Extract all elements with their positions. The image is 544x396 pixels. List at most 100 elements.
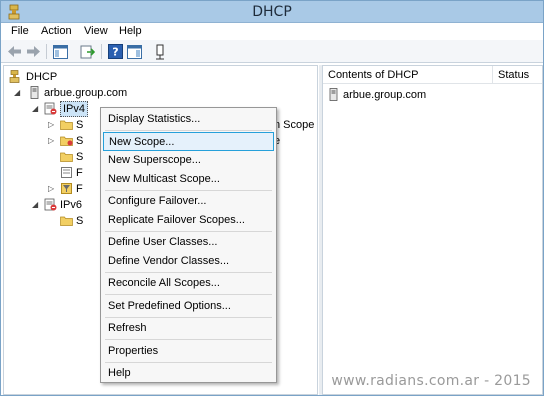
dhcp-root-icon	[9, 70, 20, 83]
show-hide-tree-icon	[53, 44, 68, 59]
export-list-button[interactable]	[79, 43, 96, 60]
menu-item-label: Replicate Failover Scopes...	[108, 214, 245, 226]
menu-separator	[105, 130, 272, 131]
menu-item-help[interactable]: Help	[103, 364, 274, 383]
menu-item-properties[interactable]: Properties	[103, 342, 274, 361]
column-header-status-label: Status	[498, 69, 530, 81]
menu-help[interactable]: Help	[119, 25, 142, 37]
column-header-contents-label: Contents of DHCP	[328, 69, 419, 81]
tree-label-partial: F	[76, 167, 83, 179]
show-hide-action-pane-button[interactable]	[126, 43, 143, 60]
collapse-arrow-icon[interactable]: ◢	[14, 89, 21, 97]
expand-arrow-icon[interactable]: ▷	[48, 121, 55, 129]
column-header-contents[interactable]: Contents of DHCP	[323, 66, 493, 84]
menu-item-new-superscope[interactable]: New Superscope...	[103, 151, 274, 170]
list-item[interactable]: arbue.group.com	[327, 87, 487, 103]
folder-icon	[60, 216, 73, 226]
export-list-icon	[80, 45, 95, 58]
menu-item-label: New Scope...	[109, 136, 175, 148]
tree-label-partial: S	[76, 215, 84, 227]
tree-label-ipv4: IPv4	[60, 101, 89, 117]
expand-arrow-icon[interactable]: ▷	[48, 137, 55, 145]
menu-item-configure-failover[interactable]: Configure Failover...	[103, 192, 274, 211]
menu-item-refresh[interactable]: Refresh	[103, 319, 274, 338]
menu-item-set-predefined-options[interactable]: Set Predefined Options...	[103, 297, 274, 316]
menu-separator	[105, 272, 272, 273]
menu-item-label: Reconcile All Scopes...	[108, 277, 220, 289]
menu-separator	[105, 339, 272, 340]
folder-icon	[60, 152, 73, 162]
menu-separator	[105, 294, 272, 295]
server-icon	[329, 88, 338, 101]
tree-node-ipv6[interactable]: ◢ IPv6	[6, 197, 96, 213]
menu-item-define-user-classes[interactable]: Define User Classes...	[103, 233, 274, 252]
collapse-arrow-icon[interactable]: ◢	[32, 105, 39, 113]
tree-node-ipv4[interactable]: ◢ IPv4	[6, 101, 96, 117]
menu-item-label: New Multicast Scope...	[108, 173, 220, 185]
menu-item-new-multicast-scope[interactable]: New Multicast Scope...	[103, 170, 274, 189]
tree-node-ipv4-child[interactable]: ▷ S	[6, 117, 83, 133]
forward-button[interactable]	[25, 43, 42, 60]
menu-item-label: New Superscope...	[108, 154, 201, 166]
menu-file[interactable]: File	[11, 25, 29, 37]
tree-label-partial: S	[76, 119, 84, 131]
policies-icon	[61, 167, 72, 178]
ipv4-icon	[44, 102, 57, 115]
server-icon	[30, 86, 39, 99]
tree-node-ipv6-child[interactable]: S	[6, 213, 83, 229]
menu-separator	[105, 362, 272, 363]
title-bar[interactable]: DHCP	[1, 1, 543, 23]
expand-arrow-icon[interactable]: ▷	[48, 185, 55, 193]
tree-node-dhcp[interactable]: DHCP	[6, 69, 106, 85]
svg-text:?: ?	[112, 46, 118, 59]
tree-label-dhcp: DHCP	[26, 71, 58, 83]
obscured-tree-text: n Scope	[274, 119, 315, 131]
window-title: DHCP	[252, 4, 292, 20]
menu-item-label: Define User Classes...	[108, 236, 218, 248]
menu-item-label: Configure Failover...	[108, 195, 207, 207]
menu-separator	[105, 231, 272, 232]
menu-item-label: Display Statistics...	[108, 113, 201, 125]
tree-node-ipv4-child[interactable]: ▷ S	[6, 133, 83, 149]
collapse-arrow-icon[interactable]: ◢	[32, 201, 39, 209]
show-hide-tree-button[interactable]	[52, 43, 69, 60]
menu-item-label: Set Predefined Options...	[108, 300, 231, 312]
dhcp-server-button[interactable]	[151, 43, 168, 60]
folder-icon	[60, 136, 73, 146]
watermark: www.radians.com.ar - 2015	[331, 373, 531, 389]
menu-item-define-vendor-classes[interactable]: Define Vendor Classes...	[103, 252, 274, 271]
dhcp-server-icon	[155, 44, 164, 59]
menu-item-new-scope[interactable]: New Scope...	[103, 132, 274, 151]
menu-item-label: Help	[108, 367, 131, 379]
tree-node-server[interactable]: ◢ arbue.group.com	[6, 85, 146, 101]
help-button[interactable]: ?	[107, 43, 124, 60]
menu-item-replicate-failover-scopes[interactable]: Replicate Failover Scopes...	[103, 211, 274, 230]
show-hide-action-pane-icon	[127, 44, 142, 59]
menu-view[interactable]: View	[84, 25, 108, 37]
tree-label-partial: F	[76, 183, 83, 195]
help-icon: ?	[108, 44, 123, 59]
tree-node-ipv4-child[interactable]: ▷ F	[6, 181, 83, 197]
folder-icon	[60, 120, 73, 130]
tree-node-ipv4-child[interactable]: F	[6, 165, 83, 181]
back-arrow-icon	[8, 46, 21, 57]
column-header-status[interactable]: Status	[493, 66, 542, 84]
menu-action[interactable]: Action	[41, 25, 72, 37]
menu-bar: File Action View Help	[1, 23, 543, 40]
toolbar: ?	[1, 40, 543, 63]
results-pane[interactable]: Contents of DHCP Status arbue.group.com	[322, 65, 543, 395]
menu-item-reconcile-all-scopes[interactable]: Reconcile All Scopes...	[103, 274, 274, 293]
list-item-name: arbue.group.com	[343, 89, 427, 101]
context-menu: Display Statistics... New Scope... New S…	[100, 107, 277, 383]
forward-arrow-icon	[27, 46, 40, 57]
back-button[interactable]	[6, 43, 23, 60]
menu-separator	[105, 317, 272, 318]
menu-separator	[105, 190, 272, 191]
ipv6-icon	[44, 198, 57, 211]
menu-item-display-statistics[interactable]: Display Statistics...	[103, 110, 274, 129]
tree-node-ipv4-child[interactable]: S	[6, 149, 83, 165]
tree-label-partial: S	[76, 151, 84, 163]
menu-item-label: Refresh	[108, 322, 147, 334]
menu-item-label: Properties	[108, 345, 159, 357]
tree-label-partial: S	[76, 135, 84, 147]
